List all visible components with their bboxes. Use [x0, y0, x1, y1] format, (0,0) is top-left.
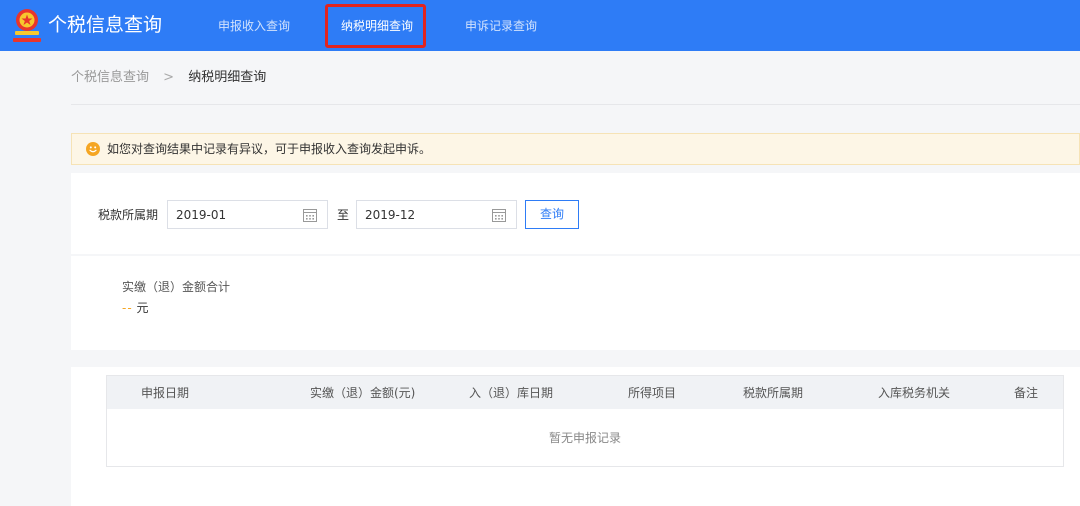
- total-amount-label: 实缴（退）金额合计: [122, 280, 231, 294]
- notice-banner: 如您对查询结果中记录有异议，可于申报收入查询发起申诉。: [71, 133, 1080, 165]
- table-header: 申报日期 实缴（退）金额(元) 入（退）库日期 所得项目 税款所属期 入库税务机…: [107, 376, 1063, 409]
- range-separator: 至: [337, 208, 350, 222]
- records-table: 申报日期 实缴（退）金额(元) 入（退）库日期 所得项目 税款所属期 入库税务机…: [106, 375, 1064, 467]
- query-button[interactable]: 查询: [525, 200, 579, 229]
- breadcrumb: 个税信息查询 > 纳税明细查询: [71, 68, 266, 88]
- active-nav-highlight-box: [325, 4, 426, 48]
- calendar-icon[interactable]: [492, 208, 506, 222]
- column-header-remark: 备注: [1014, 386, 1039, 400]
- end-period-picker[interactable]: [356, 200, 517, 229]
- start-period-picker[interactable]: [167, 200, 328, 229]
- column-header-declare-date: 申报日期: [141, 386, 190, 400]
- tax-period-label: 税款所属期: [98, 208, 159, 222]
- column-header-tax-authority: 入库税务机关: [878, 386, 951, 400]
- column-header-amount: 实缴（退）金额(元): [310, 386, 416, 400]
- breadcrumb-divider: [71, 104, 1080, 105]
- column-header-tax-period: 税款所属期: [743, 386, 804, 400]
- smiley-warning-icon: [86, 142, 100, 156]
- empty-state-text: 暂无申报记录: [548, 431, 621, 445]
- breadcrumb-current: 纳税明细查询: [188, 70, 267, 85]
- column-header-income-item: 所得项目: [628, 386, 677, 400]
- total-amount-value: -- 元: [122, 300, 149, 316]
- top-nav-bar: 个税信息查询 申报收入查询 纳税明细查询 申诉记录查询: [0, 0, 1080, 51]
- column-header-storage-date: 入（退）库日期: [469, 386, 554, 400]
- total-amount-number: --: [122, 301, 133, 315]
- calendar-icon[interactable]: [303, 208, 317, 222]
- start-period-input[interactable]: [168, 201, 298, 228]
- nav-declared-income[interactable]: 申报收入查询: [218, 18, 290, 34]
- breadcrumb-home-link[interactable]: 个税信息查询: [71, 70, 149, 85]
- notice-text: 如您对查询结果中记录有异议，可于申报收入查询发起申诉。: [107, 142, 432, 156]
- summary-panel: 实缴（退）金额合计 -- 元: [71, 256, 1080, 350]
- total-amount-unit: 元: [136, 301, 149, 315]
- end-period-input[interactable]: [357, 201, 487, 228]
- filter-panel: 税款所属期 至 查询: [71, 173, 1080, 254]
- main-content: 个税信息查询 > 纳税明细查询 如您对查询结果中记录有异议，可于申报收入查询发起…: [71, 51, 1080, 506]
- app-title: 个税信息查询: [48, 14, 163, 36]
- records-panel: 申报日期 实缴（退）金额(元) 入（退）库日期 所得项目 税款所属期 入库税务机…: [71, 367, 1080, 506]
- national-emblem-icon: [13, 9, 41, 42]
- breadcrumb-separator: >: [163, 70, 175, 85]
- nav-appeal-records[interactable]: 申诉记录查询: [465, 18, 537, 34]
